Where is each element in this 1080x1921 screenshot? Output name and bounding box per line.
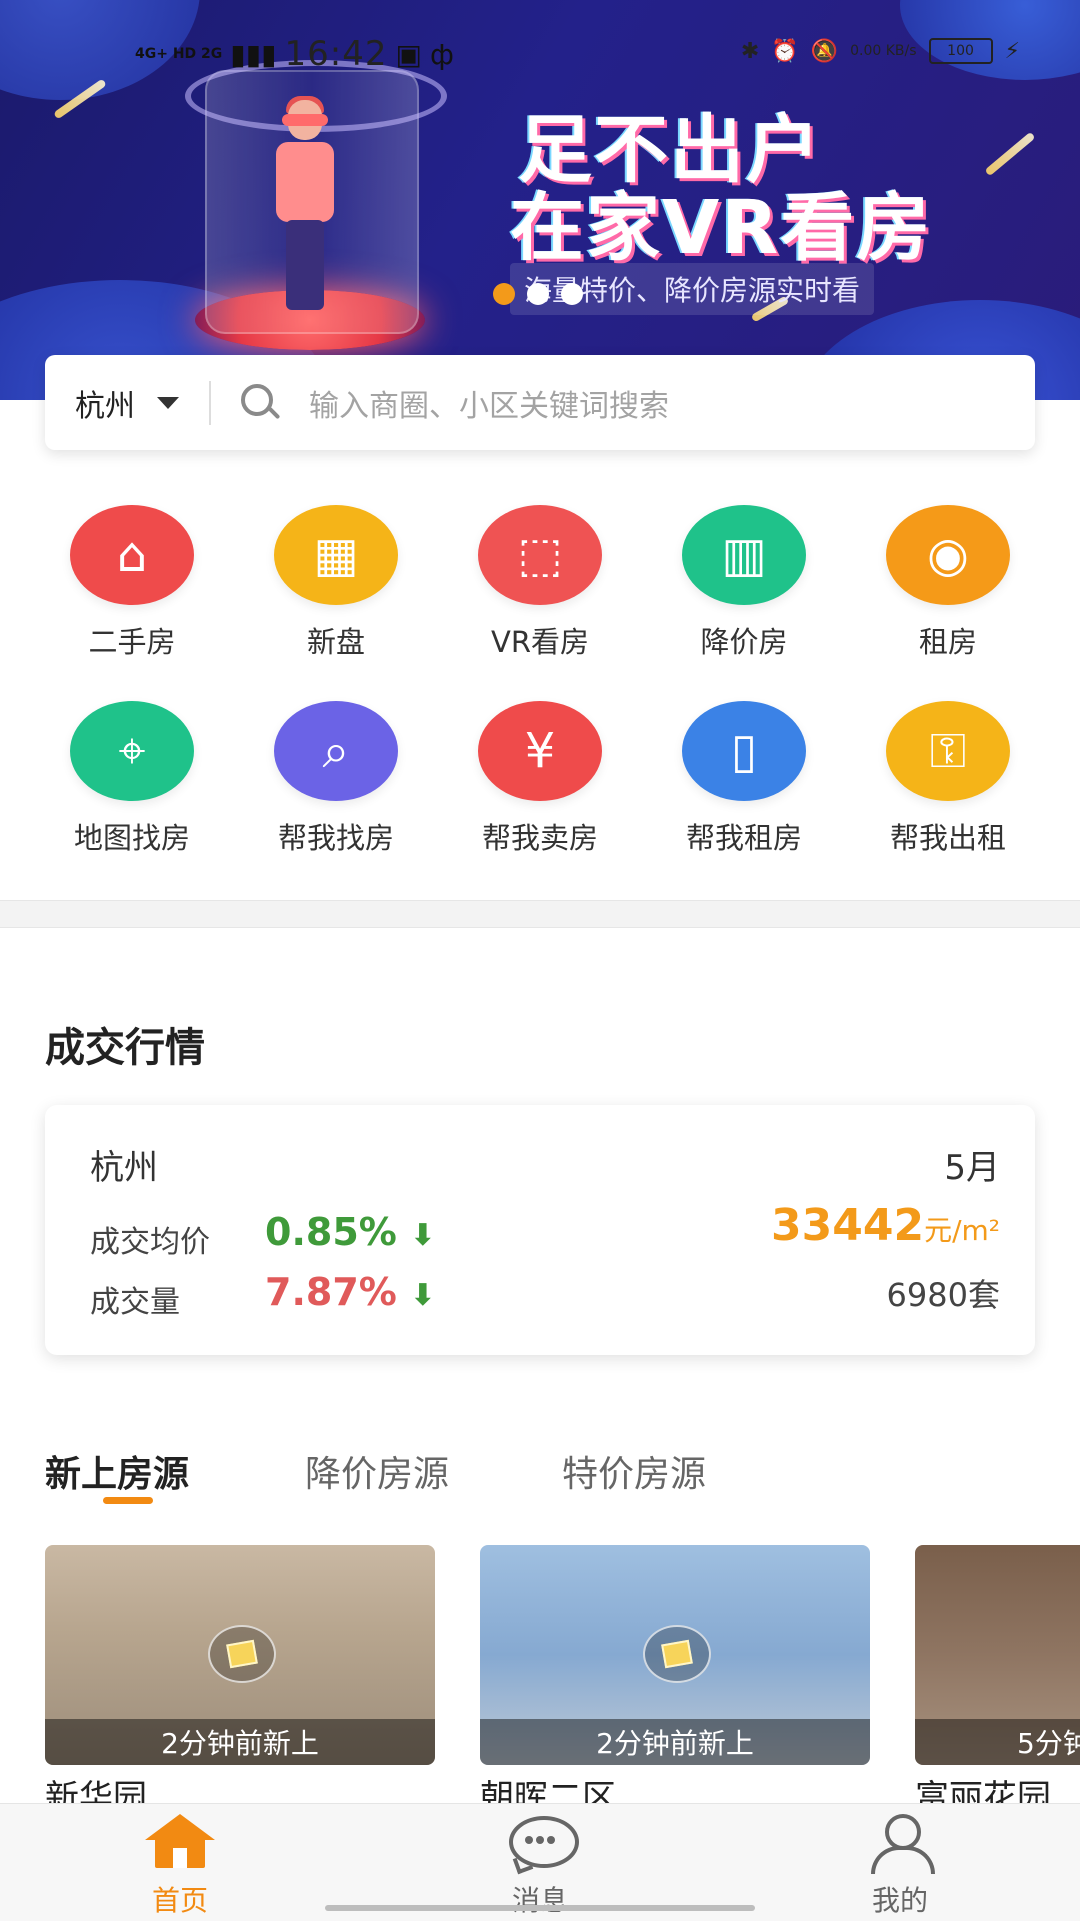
mute-icon: 🔕 — [810, 38, 839, 64]
price-unit: 元/m² — [924, 1214, 1000, 1247]
category-help-rent[interactable]: ▯ 帮我租房 — [642, 701, 846, 857]
carousel-indicator[interactable] — [493, 283, 583, 305]
camera-icon: ◉ — [886, 505, 1010, 605]
listing-card[interactable]: 5分钟前新上 — [915, 1545, 1080, 1765]
tab-indicator — [103, 1497, 153, 1504]
luggage-icon: ▯ — [682, 701, 806, 801]
vr-cube-icon: ⬚ — [478, 505, 602, 605]
avg-price-label: 成交均价 — [90, 1225, 210, 1260]
vr-illustration — [185, 40, 447, 360]
signal-icon: ▮▮▮ — [230, 37, 277, 71]
category-label: 帮我租房 — [685, 821, 802, 855]
nav-label: 我的 — [871, 1884, 928, 1917]
listing-card[interactable]: 2分钟前新上 — [480, 1545, 870, 1765]
category-let-out[interactable]: ⚿ 帮我出租 — [846, 701, 1050, 857]
banner-streak — [984, 131, 1036, 177]
nav-messages[interactable]: 消息 — [440, 1814, 640, 1919]
category-label: VR看房 — [491, 625, 589, 659]
category-new-homes[interactable]: ▦ 新盘 — [234, 505, 438, 661]
listing-card[interactable]: 2分钟前新上 — [45, 1545, 435, 1765]
nav-home[interactable]: 首页 — [80, 1814, 280, 1919]
tab-price-drop[interactable]: 降价房源 — [305, 1445, 449, 1497]
home-icon — [145, 1814, 215, 1869]
avg-price-value: 33442元/m² — [770, 1200, 1000, 1251]
alarm-icon: ⏰ — [771, 38, 799, 64]
carousel-dot[interactable] — [527, 283, 549, 305]
market-section-title: 成交行情 — [45, 1025, 205, 1071]
category-vr[interactable]: ⬚ VR看房 — [438, 505, 642, 661]
category-map[interactable]: ⌖ 地图找房 — [30, 701, 234, 857]
search-bar[interactable]: 杭州 输入商圈、小区关键词搜索 — [45, 355, 1035, 450]
battery-icon: 100 — [928, 38, 993, 64]
tab-new-listings[interactable]: 新上房源 — [45, 1445, 189, 1497]
category-price-drop[interactable]: ▥ 降价房 — [642, 505, 846, 661]
home-indicator[interactable] — [325, 1905, 755, 1911]
vr-badge-icon — [643, 1625, 711, 1683]
nav-label: 消息 — [511, 1884, 568, 1917]
speed-indicator: 0.00 KB/s — [850, 43, 917, 59]
category-label: 降价房 — [700, 625, 788, 659]
section-divider — [0, 900, 1080, 928]
nav-profile[interactable]: 我的 — [800, 1814, 1000, 1919]
charging-icon: ⚡ — [1004, 38, 1020, 64]
category-label: 帮我出租 — [889, 821, 1006, 855]
price-drop-building-icon: ▥ — [682, 505, 806, 605]
arrow-down-icon: ⬇ — [410, 1218, 436, 1253]
category-label: 地图找房 — [73, 821, 190, 855]
city-selector[interactable]: 杭州 — [75, 381, 135, 425]
network-indicator: 4G+ HD 2G — [135, 46, 223, 62]
banner-title: 在家VR看房 — [510, 185, 933, 271]
volume-change: 7.87% ⬇ — [265, 1270, 436, 1314]
building-icon: ▦ — [274, 505, 398, 605]
listing-title: 新华园 — [45, 1778, 147, 1804]
category-label: 新盘 — [306, 625, 365, 659]
category-label: 帮我找房 — [277, 821, 394, 855]
market-card[interactable]: 杭州 5月 成交均价 0.85% ⬇ 成交量 7.87% ⬇ 33442元/m²… — [45, 1105, 1035, 1355]
nav-label: 首页 — [151, 1884, 208, 1917]
house-search-icon: ⌕ — [274, 701, 398, 801]
status-bar: 4G+ HD 2G ▮▮▮ 16:42 ▣ ф ✱ ⏰ 🔕 0.00 KB/s … — [0, 20, 1080, 80]
category-label: 二手房 — [88, 625, 176, 659]
category-sell-home[interactable]: ¥ 帮我卖房 — [438, 701, 642, 857]
sell-building-icon: ¥ — [478, 701, 602, 801]
notification-icon: ф — [429, 37, 454, 71]
bottom-navigation: 首页 消息 我的 — [0, 1803, 1080, 1921]
category-rent[interactable]: ◉ 租房 — [846, 505, 1050, 661]
tab-special-price[interactable]: 特价房源 — [562, 1445, 706, 1497]
carousel-dot[interactable] — [561, 283, 583, 305]
category-label: 帮我卖房 — [481, 821, 598, 855]
house-icon: ⌂ — [70, 505, 194, 605]
listing-title: 富丽花园 — [915, 1778, 1051, 1804]
category-label: 租房 — [918, 625, 977, 659]
clock: 16:42 — [284, 34, 388, 74]
map-pin-icon: ⌖ — [70, 701, 194, 801]
category-grid: ⌂ 二手房 ▦ 新盘 ⬚ VR看房 ▥ 降价房 ◉ 租房 ⌖ 地图找房 ⌕ 帮我… — [30, 505, 1050, 857]
listing-time-tag: 5分钟前新上 — [915, 1719, 1080, 1765]
search-divider — [209, 380, 211, 425]
search-icon[interactable] — [241, 383, 279, 422]
arrow-down-icon: ⬇ — [410, 1278, 436, 1313]
listing-time-tag: 2分钟前新上 — [45, 1719, 435, 1765]
carousel-dot[interactable] — [493, 283, 515, 305]
volume-value: 6980套 — [886, 1276, 1000, 1314]
category-find-home[interactable]: ⌕ 帮我找房 — [234, 701, 438, 857]
category-second-hand[interactable]: ⌂ 二手房 — [30, 505, 234, 661]
market-city: 杭州 — [90, 1148, 158, 1188]
house-key-icon: ⚿ — [886, 701, 1010, 801]
volume-label: 成交量 — [90, 1285, 180, 1320]
listing-time-tag: 2分钟前新上 — [480, 1719, 870, 1765]
listing-title: 朝晖二区 — [480, 1778, 616, 1804]
bluetooth-icon: ✱ — [740, 38, 760, 64]
avg-price-change: 0.85% ⬇ — [265, 1210, 436, 1254]
message-icon — [505, 1814, 579, 1875]
chevron-down-icon[interactable] — [157, 396, 179, 409]
market-month: 5月 — [944, 1148, 1000, 1188]
app-notification-icon: ▣ — [395, 37, 422, 71]
search-input[interactable]: 输入商圈、小区关键词搜索 — [309, 381, 669, 425]
user-icon — [865, 1814, 935, 1874]
vr-badge-icon — [208, 1625, 276, 1683]
